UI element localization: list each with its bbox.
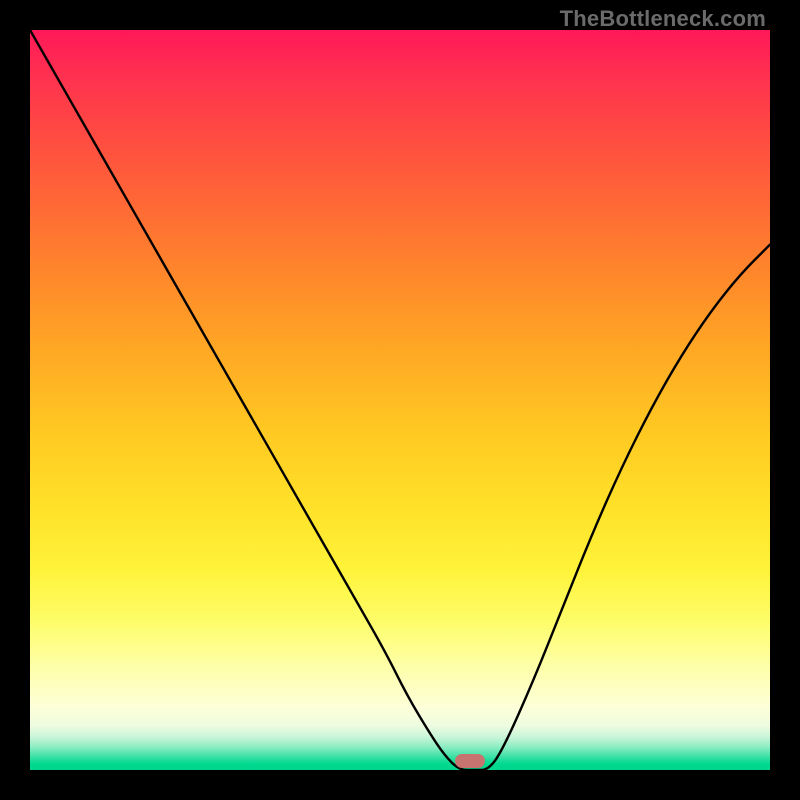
bottleneck-marker [455,754,485,768]
watermark-text: TheBottleneck.com [560,6,766,32]
bottleneck-curve [30,30,770,770]
plot-area [30,30,770,770]
